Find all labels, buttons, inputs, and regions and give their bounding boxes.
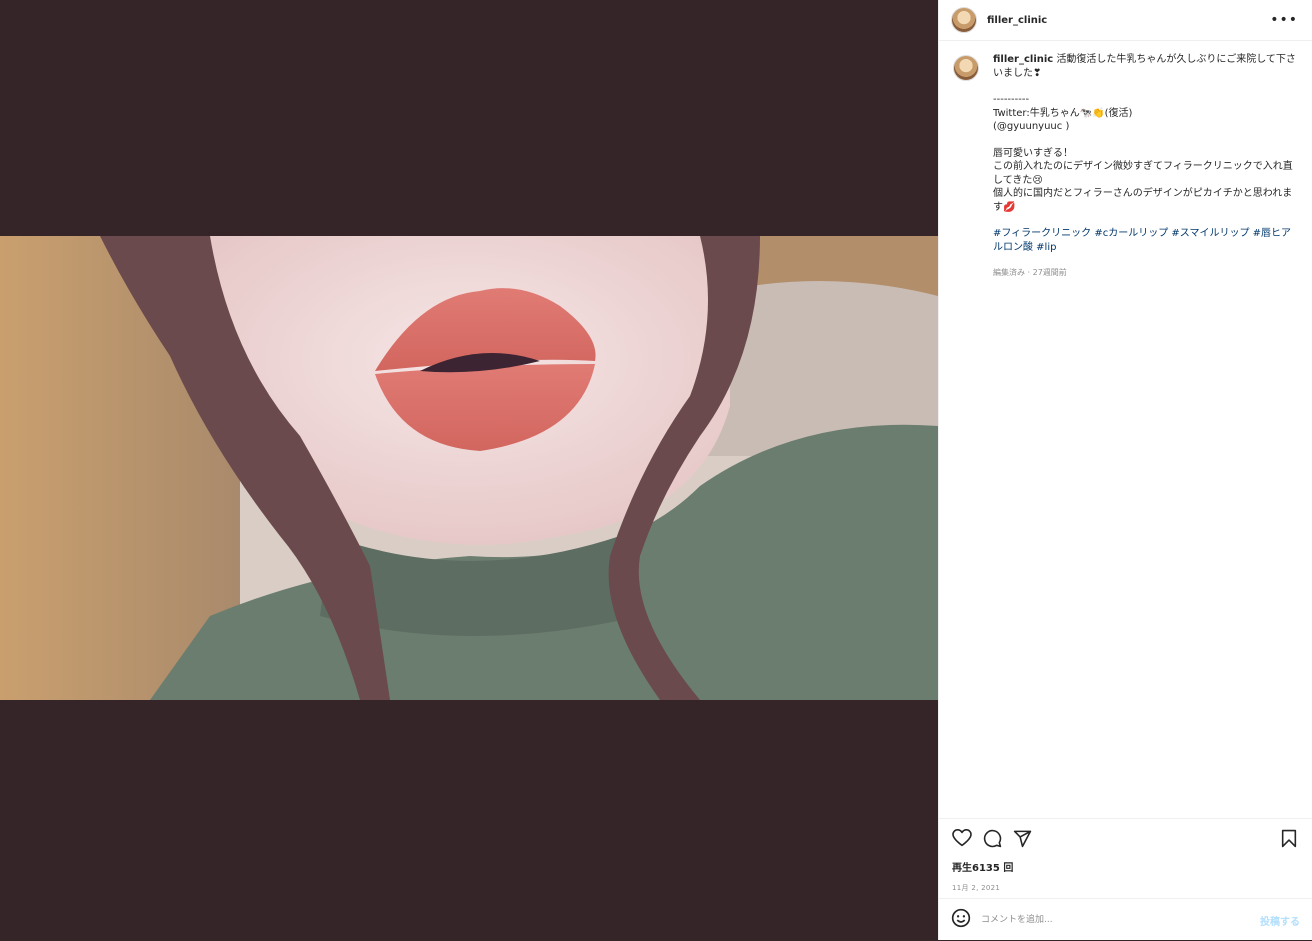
caption-p2: この前入れたのにデザイン微妙すぎてフィラークリニックで入れ直してきた😢 (993, 161, 1293, 186)
actions-section: 再生6135 回 11月 2, 2021 投稿する (939, 818, 1312, 941)
video-frame[interactable] (0, 236, 938, 700)
caption-twitter: Twitter:牛乳ちゃん🐄👏(復活) (993, 107, 1133, 119)
share-icon[interactable] (1011, 827, 1033, 849)
caption-meta: 編集済み · 27週間前 (993, 268, 1067, 277)
emoji-icon[interactable] (951, 908, 971, 932)
post-comment-button[interactable]: 投稿する (1260, 913, 1300, 928)
comment-input[interactable] (979, 914, 1260, 926)
comment-icon[interactable] (981, 827, 1003, 849)
caption-row: filler_clinic 活動復活した牛乳ちゃんが久しぶりにご来院して下さいま… (953, 53, 1298, 280)
more-horizontal-icon[interactable]: ••• (1270, 12, 1298, 28)
video-player[interactable] (0, 0, 938, 940)
post-sidebar: filler_clinic ••• filler_clinic 活動復活した牛乳… (938, 0, 1312, 940)
caption-divider: ---------- (993, 94, 1030, 105)
avatar[interactable] (951, 7, 977, 33)
caption-section: filler_clinic 活動復活した牛乳ちゃんが久しぶりにご来院して下さいま… (939, 41, 1312, 815)
caption-text: filler_clinic 活動復活した牛乳ちゃんが久しぶりにご来院して下さいま… (993, 53, 1298, 280)
comment-bar: 投稿する (939, 898, 1312, 941)
post-date[interactable]: 11月 2, 2021 (939, 874, 1312, 893)
video-still-image (0, 236, 938, 700)
view-count[interactable]: 再生6135 回 (939, 849, 1312, 874)
caption-p3: 個人的に国内だとフィラーさんのデザインがピカイチかと思われます💋 (993, 188, 1293, 213)
caption-hashtags[interactable]: #フィラークリニック #cカールリップ #スマイルリップ #唇ヒアルロン酸 #l… (993, 227, 1298, 254)
action-icons (939, 819, 1312, 849)
caption-handle: (@gyuunyuuc ) (993, 121, 1070, 132)
bookmark-icon[interactable] (1278, 827, 1300, 849)
caption-username[interactable]: filler_clinic (993, 54, 1053, 65)
heart-icon[interactable] (951, 827, 973, 849)
caption-p1: 唇可愛いすぎる！ (993, 147, 1073, 159)
post-header: filler_clinic ••• (939, 0, 1312, 41)
caption-avatar[interactable] (953, 55, 979, 81)
username-link[interactable]: filler_clinic (987, 15, 1047, 26)
